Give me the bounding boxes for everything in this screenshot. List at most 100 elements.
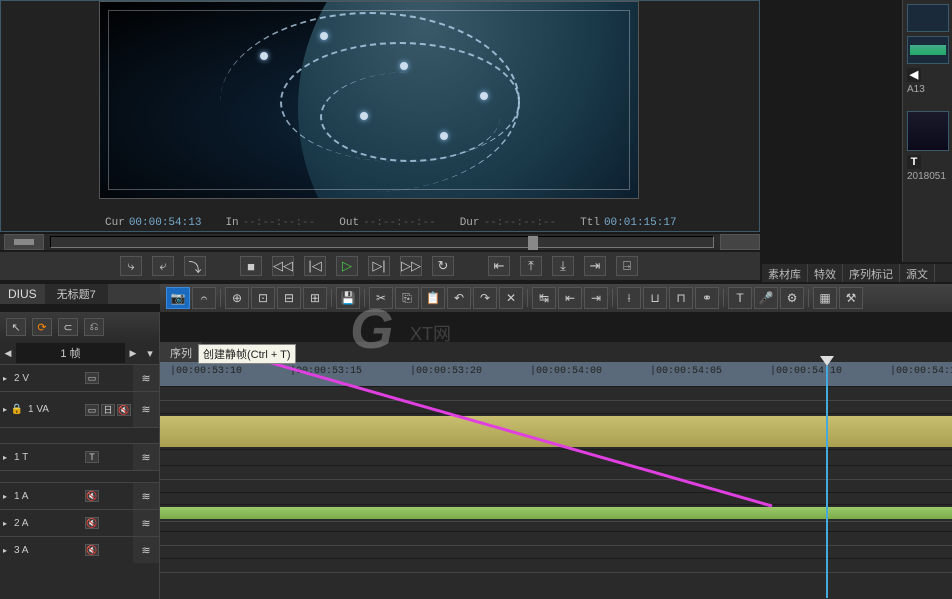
track-patch-v2[interactable]: ≋ <box>133 365 159 391</box>
mute-icon[interactable]: 🔇 <box>85 517 99 529</box>
expand-icon[interactable]: ▸ <box>0 483 10 509</box>
voiceover-button[interactable]: 🎤 <box>754 287 778 309</box>
track-patch-a3[interactable]: ≋ <box>133 537 159 563</box>
split-button[interactable]: ⟊ <box>617 287 641 309</box>
loop-button[interactable]: ↻ <box>432 256 454 276</box>
track-a2[interactable] <box>160 531 952 558</box>
mark-out-button[interactable]: ⤶ <box>152 256 174 276</box>
track-header-a2[interactable]: ▸ 2 A 🔇 ≋ <box>0 509 159 536</box>
lift-button[interactable]: ⊞ <box>303 287 327 309</box>
track-a3[interactable] <box>160 558 952 585</box>
link-button[interactable]: ⚭ <box>695 287 719 309</box>
ripple-mode-button[interactable]: ⟳ <box>32 318 52 336</box>
title-button[interactable]: T <box>728 287 752 309</box>
zoom-out-button[interactable]: ◀ <box>0 348 16 359</box>
cur-value[interactable]: 00:00:54:13 <box>129 217 202 229</box>
overwrite-button[interactable]: ⊡ <box>251 287 275 309</box>
track-va1-audio[interactable] <box>160 449 952 465</box>
ripple-button[interactable]: ↹ <box>532 287 556 309</box>
bin-thumb-audio[interactable] <box>907 36 949 64</box>
goto-prev-edit-button[interactable]: ⇤ <box>488 256 510 276</box>
video-icon[interactable]: ▭ <box>85 404 99 416</box>
paste-button[interactable]: 📋 <box>421 287 445 309</box>
scissors-button[interactable]: ✂ <box>369 287 393 309</box>
expand-icon[interactable]: ▸ <box>0 365 10 391</box>
export-frame-button[interactable]: ⍈ <box>616 256 638 276</box>
track-header-v2[interactable]: ▸ 2 V ▭ ≋ <box>0 364 159 391</box>
track-v2[interactable] <box>160 386 952 413</box>
trim-out-button[interactable]: ⇥ <box>584 287 608 309</box>
preview-viewport[interactable] <box>99 1 639 199</box>
create-still-button[interactable]: 📷 <box>166 287 190 309</box>
ungroup-button[interactable]: ⊓ <box>669 287 693 309</box>
timeline-tracks[interactable] <box>160 386 952 599</box>
track-header-a1[interactable]: ▸ 1 A 🔇 ≋ <box>0 482 159 509</box>
track-header-t1[interactable]: ▸ 1 T T ≋ <box>0 443 159 470</box>
track-a1[interactable] <box>160 504 952 531</box>
tab-effects[interactable]: 特效 <box>808 264 843 282</box>
tab-bin[interactable]: 素材库 <box>762 264 808 282</box>
delete-button[interactable]: ✕ <box>499 287 523 309</box>
clip-audio-1[interactable] <box>160 507 952 519</box>
track-header-a3[interactable]: ▸ 3 A 🔇 ≋ <box>0 536 159 563</box>
trim-in-button[interactable]: ⇤ <box>558 287 582 309</box>
redo-button[interactable]: ↷ <box>473 287 497 309</box>
zoom-in-button[interactable]: ▶ <box>125 348 141 359</box>
expand-icon[interactable]: ▸ <box>0 392 10 427</box>
tab-markers[interactable]: 序列标记 <box>843 264 900 282</box>
sequence-tab-1[interactable]: 序列 <box>160 342 203 362</box>
expand-icon[interactable]: ▸ <box>0 444 10 470</box>
settings-button[interactable]: ⚒ <box>839 287 863 309</box>
step-back-button[interactable]: |◁ <box>304 256 326 276</box>
video-patch-icon[interactable]: ▭ <box>85 372 99 384</box>
clear-button[interactable]: ⤵ <box>184 256 206 276</box>
caret-left-icon[interactable]: ◀ <box>907 68 921 82</box>
track-patch-t1[interactable]: ≋ <box>133 444 159 470</box>
lock-icon[interactable]: 🔒 <box>10 392 24 427</box>
play-button[interactable]: ▷ <box>336 256 358 276</box>
mute-icon[interactable]: 🔇 <box>85 544 99 556</box>
mark-in-button[interactable]: ⤷ <box>120 256 142 276</box>
goto-in-button[interactable]: ⤒ <box>520 256 542 276</box>
goto-next-edit-button[interactable]: ⇥ <box>584 256 606 276</box>
track-patch-a2[interactable]: ≋ <box>133 510 159 536</box>
zoom-level[interactable]: 1 帧 <box>16 343 125 363</box>
track-t1[interactable] <box>160 465 952 492</box>
shuttle-handle[interactable] <box>528 236 538 250</box>
shuttle-right[interactable] <box>720 234 760 250</box>
rewind-button[interactable]: ◁◁ <box>272 256 294 276</box>
step-fwd-button[interactable]: ▷| <box>368 256 390 276</box>
playhead-marker[interactable] <box>820 356 834 366</box>
track-va1[interactable] <box>160 413 952 449</box>
group-button[interactable]: ⊔ <box>643 287 667 309</box>
layout-button[interactable]: ▦ <box>813 287 837 309</box>
shuttle-track[interactable] <box>50 236 714 248</box>
ffwd-button[interactable]: ▷▷ <box>400 256 422 276</box>
expand-icon[interactable]: ▸ <box>0 510 10 536</box>
bin-thumb-1[interactable] <box>907 4 949 32</box>
link-mode-button[interactable]: ⎌ <box>84 318 104 336</box>
render-button[interactable]: ⚙ <box>780 287 804 309</box>
mute-icon[interactable]: 🔇 <box>85 490 99 502</box>
save-button[interactable]: 💾 <box>336 287 360 309</box>
track-patch-va1[interactable]: ≋ <box>133 392 159 427</box>
track-patch-a1[interactable]: ≋ <box>133 483 159 509</box>
goto-out-button[interactable]: ⤓ <box>552 256 574 276</box>
shuttle-left[interactable] <box>4 234 44 250</box>
undo-button[interactable]: ↶ <box>447 287 471 309</box>
title-icon[interactable]: T <box>85 451 99 463</box>
mono-icon[interactable]: 日 <box>101 404 115 416</box>
sync-button[interactable]: ⊂ <box>58 318 78 336</box>
zoom-dropdown[interactable]: ▾ <box>141 347 159 360</box>
insert-button[interactable]: ⊕ <box>225 287 249 309</box>
track-header-va1[interactable]: ▸ 🔒 1 VA ▭ 日 🔇 ≋ <box>0 391 159 427</box>
stop-button[interactable]: ■ <box>240 256 262 276</box>
replace-button[interactable]: ⊟ <box>277 287 301 309</box>
cut-tool-button[interactable]: 𝄐 <box>192 287 216 309</box>
tab-source[interactable]: 源文 <box>900 264 935 282</box>
mute-icon[interactable]: 🔇 <box>117 404 131 416</box>
copy-button[interactable]: ⎘ <box>395 287 419 309</box>
expand-icon[interactable]: ▸ <box>0 537 10 563</box>
snap-button[interactable]: ↖ <box>6 318 26 336</box>
clip-video-1[interactable] <box>160 416 952 447</box>
